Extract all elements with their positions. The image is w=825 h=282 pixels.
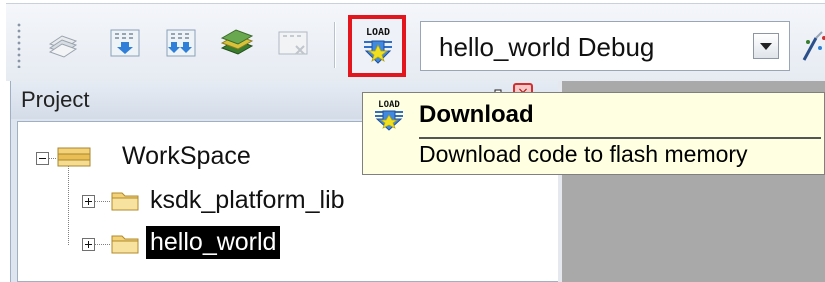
- tooltip-icon-text: LOAD: [378, 100, 400, 110]
- build-icon[interactable]: [106, 24, 144, 62]
- tree-item-hello-world[interactable]: hello_world: [146, 226, 281, 259]
- workspace-icon: [56, 144, 92, 174]
- target-dropdown-button[interactable]: [753, 33, 779, 59]
- options-wand-icon[interactable]: [794, 24, 825, 64]
- target-select-value: hello_world Debug: [439, 32, 655, 62]
- collapse-toggle[interactable]: [36, 152, 49, 165]
- load-icon-text: LOAD: [366, 27, 390, 38]
- tree-item-ksdk-platform-lib[interactable]: ksdk_platform_lib: [150, 186, 345, 215]
- rebuild-icon[interactable]: [162, 24, 200, 62]
- batch-build-icon[interactable]: [218, 24, 256, 62]
- toolbar-separator: [334, 22, 336, 68]
- load-icon: LOAD: [371, 98, 407, 132]
- toolbar: LOAD hello_world Debug: [6, 3, 825, 81]
- tooltip-title: Download: [419, 101, 534, 128]
- tooltip-description: Download code to flash memory: [419, 141, 748, 167]
- tooltip-divider: [419, 137, 821, 139]
- expand-toggle[interactable]: [82, 238, 95, 251]
- translate-icon[interactable]: [44, 24, 82, 62]
- load-icon: LOAD: [364, 27, 392, 64]
- target-select[interactable]: hello_world Debug: [420, 21, 790, 71]
- folder-icon: [110, 188, 140, 216]
- stop-build-icon[interactable]: [274, 24, 312, 62]
- folder-icon: [110, 231, 140, 259]
- expand-toggle[interactable]: [82, 195, 95, 208]
- chevron-down-icon: [760, 43, 772, 50]
- tooltip: LOAD Download Download code to flash mem…: [362, 92, 825, 175]
- tree-root-label[interactable]: WorkSpace: [122, 142, 251, 171]
- panel-title: Project: [21, 87, 90, 112]
- toolbar-grip[interactable]: [16, 22, 22, 68]
- tree-connector: [94, 201, 110, 202]
- tree-connector: [94, 244, 110, 245]
- download-button[interactable]: LOAD: [348, 15, 406, 77]
